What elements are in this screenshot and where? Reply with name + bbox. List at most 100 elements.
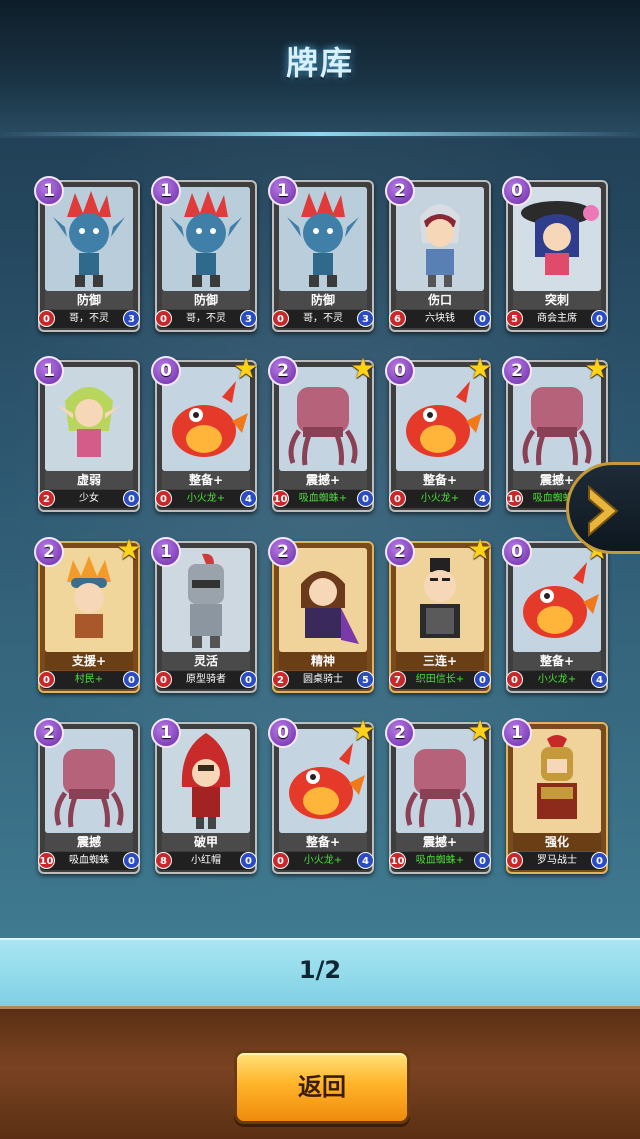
card-cost: 0 [502, 176, 532, 206]
card[interactable]: 2 震撼 10 吸血蜘蛛 0 [34, 718, 140, 874]
card-name: 防御 [45, 291, 133, 309]
card-footer: 0 小火龙+ 4 [155, 490, 257, 508]
card-defense-value: 4 [357, 852, 374, 869]
header-divider [0, 132, 640, 136]
card-cost: 2 [268, 537, 298, 567]
back-button[interactable]: 返回 [234, 1050, 410, 1124]
upgrade-star-icon: ★ [350, 714, 376, 747]
card-defense-value: 0 [474, 310, 491, 327]
card-name: 整备+ [396, 471, 484, 489]
card[interactable]: 1 破甲 8 小红帽 0 [151, 718, 257, 874]
card-footer: 5 商会主席 0 [506, 310, 608, 328]
card-attack-value: 0 [272, 310, 289, 327]
card-footer: 0 罗马战士 0 [506, 852, 608, 870]
card[interactable]: 2 ★ 支援+ 0 村民+ 0 [34, 535, 142, 693]
card-defense-value: 0 [591, 310, 608, 327]
card-footer: 10 吸血蜘蛛+ 0 [389, 852, 491, 870]
card-unit-name: 吸血蜘蛛+ [298, 493, 348, 504]
card-defense-value: 0 [357, 490, 374, 507]
page-indicator-bar: 1/2 [0, 938, 640, 1006]
card-name: 防御 [279, 291, 367, 309]
card-footer: 8 小红帽 0 [155, 852, 257, 870]
card-cost: 2 [268, 356, 298, 386]
card-unit-name: 吸血蜘蛛 [69, 855, 109, 866]
card-attack-value: 0 [38, 310, 55, 327]
card-footer: 0 小火龙+ 4 [272, 852, 374, 870]
card-attack-value: 0 [389, 490, 406, 507]
card-footer: 0 村民+ 0 [38, 671, 140, 689]
card-attack-value: 10 [506, 490, 523, 507]
card-defense-value: 4 [240, 490, 257, 507]
card-cost: 1 [34, 356, 64, 386]
card-cost: 1 [268, 176, 298, 206]
card-defense-value: 5 [357, 671, 374, 688]
card-unit-name: 织田信长+ [415, 674, 465, 685]
card[interactable]: 1 虚弱 2 少女 0 [34, 356, 140, 512]
card-footer: 0 小火龙+ 4 [506, 671, 608, 689]
card-attack-value: 0 [272, 852, 289, 869]
card-cost: 2 [34, 537, 64, 567]
card-unit-name: 小红帽 [191, 855, 221, 866]
card-name: 强化 [513, 833, 601, 851]
card[interactable]: 1 防御 0 哥，不灵 3 [151, 176, 257, 332]
card-defense-value: 0 [123, 671, 140, 688]
card-cost: 0 [268, 718, 298, 748]
card-name: 支援+ [45, 652, 133, 670]
card[interactable]: 1 灵活 0 原型骑者 0 [151, 537, 257, 693]
card-name: 破甲 [162, 833, 250, 851]
card[interactable]: 2 精神 2 圆桌骑士 5 [268, 537, 374, 693]
card-name: 震撼+ [396, 833, 484, 851]
card[interactable]: 0★整备+0小火龙+4 [502, 535, 610, 693]
upgrade-star-icon: ★ [233, 352, 259, 385]
card[interactable]: 1 防御 0 哥，不灵 3 [268, 176, 374, 332]
card-footer: 0 原型骑者 0 [155, 671, 257, 689]
card-cost: 0 [385, 356, 415, 386]
card-unit-name: 村民+ [74, 674, 104, 685]
card-footer: 10 吸血蜘蛛 0 [38, 852, 140, 870]
card-attack-value: 2 [38, 490, 55, 507]
card-cost: 2 [502, 356, 532, 386]
card-cost: 0 [502, 537, 532, 567]
page-indicator: 1/2 [298, 956, 342, 984]
card-unit-name: 吸血蜘蛛+ [415, 855, 465, 866]
card[interactable]: 2 ★ 三连+ 7 织田信长+ 0 [385, 535, 493, 693]
chevron-right-icon [588, 484, 619, 538]
card[interactable]: 1 强化 0 罗马战士 0 [502, 718, 608, 874]
upgrade-star-icon: ★ [467, 533, 493, 566]
card-name: 伤口 [396, 291, 484, 309]
card-cost: 1 [502, 718, 532, 748]
card-attack-value: 2 [272, 671, 289, 688]
card-cost: 2 [385, 176, 415, 206]
card-defense-value: 0 [591, 852, 608, 869]
card-unit-name: 小火龙+ [186, 493, 226, 504]
card[interactable]: 0 突刺 5 商会主席 0 [502, 176, 608, 332]
card[interactable]: 2 ★ 震撼+10 吸血蜘蛛+ 0 [385, 716, 493, 874]
card[interactable]: 2 伤口 6 六块钱 0 [385, 176, 491, 332]
card-unit-name: 罗马战士 [537, 855, 577, 866]
card-unit-name: 哥，不灵 [69, 313, 109, 324]
card[interactable]: 1 防御 0 哥，不灵 3 [34, 176, 140, 332]
card-attack-value: 10 [272, 490, 289, 507]
card-cost: 0 [151, 356, 181, 386]
card-defense-value: 4 [591, 671, 608, 688]
card-name: 防御 [162, 291, 250, 309]
card[interactable]: 2 ★ 震撼+10 吸血蜘蛛+ 0 [268, 354, 376, 512]
card-name: 震撼 [45, 833, 133, 851]
card-defense-value: 0 [474, 671, 491, 688]
card-footer: 7 织田信长+ 0 [389, 671, 491, 689]
card-defense-value: 3 [357, 310, 374, 327]
card-footer: 0 哥，不灵 3 [38, 310, 140, 328]
card[interactable]: 0 ★ 整备+0小火龙+4 [268, 716, 376, 874]
card-unit-name: 小火龙+ [420, 493, 460, 504]
card-footer: 2 圆桌骑士 5 [272, 671, 374, 689]
card-footer: 2 少女 0 [38, 490, 140, 508]
card-name: 三连+ [396, 652, 484, 670]
card-footer: 0 哥，不灵 3 [272, 310, 374, 328]
upgrade-star-icon: ★ [467, 714, 493, 747]
card[interactable]: 0★整备+0小火龙+4 [385, 354, 493, 512]
card-name: 整备+ [279, 833, 367, 851]
card-footer: 6 六块钱 0 [389, 310, 491, 328]
card[interactable]: 0★整备+0小火龙+4 [151, 354, 259, 512]
card-unit-name: 商会主席 [537, 313, 577, 324]
card-name: 整备+ [513, 652, 601, 670]
